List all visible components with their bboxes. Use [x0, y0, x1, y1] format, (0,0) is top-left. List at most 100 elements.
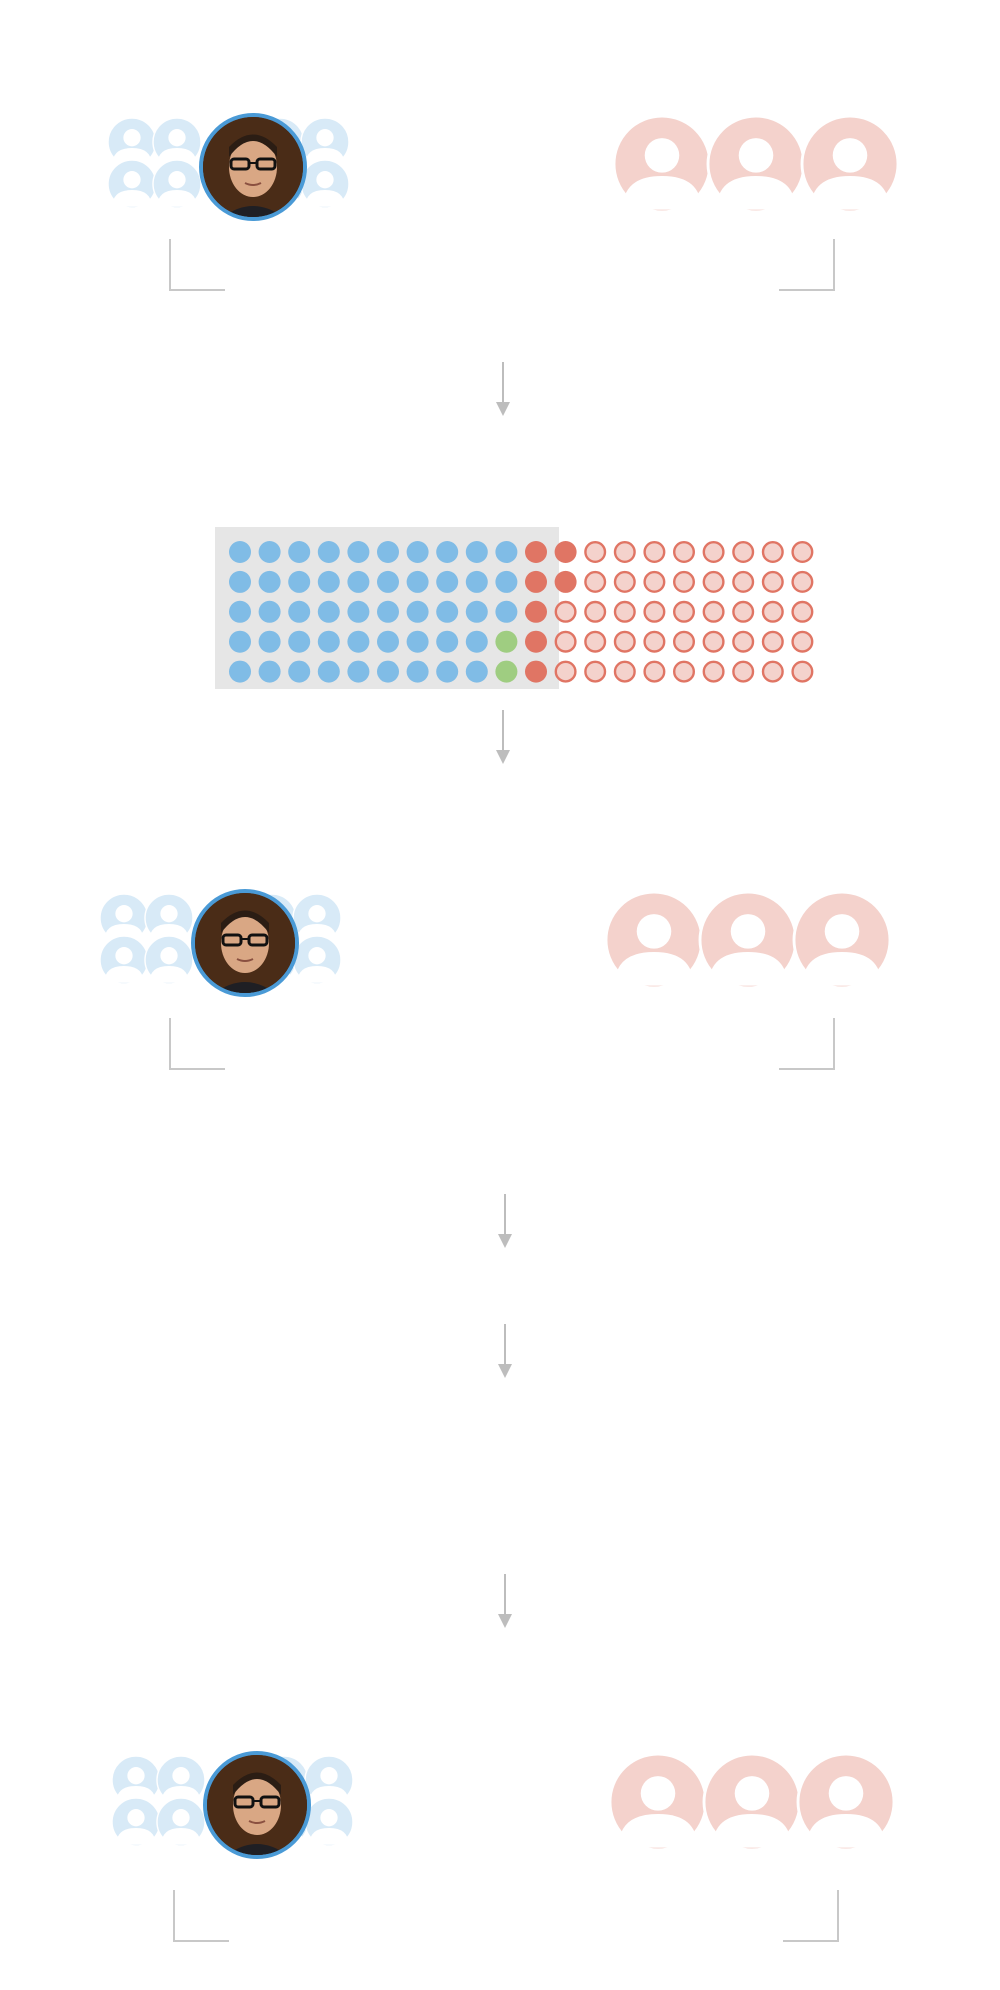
seat-dot-republican-outline — [584, 600, 607, 623]
portrait-photo — [203, 1751, 311, 1859]
seat-dot-democrat — [317, 660, 340, 683]
seat-dot-independent — [495, 660, 518, 683]
seat-dot-republican-outline — [643, 660, 666, 683]
seat-dot-democrat — [258, 541, 281, 563]
bracket-connector — [169, 1018, 225, 1070]
seat-dot-republican — [525, 600, 547, 623]
seat-dot-democrat — [288, 570, 311, 593]
seat-dot-republican-outline — [702, 630, 725, 653]
seat-dot-republican-outline — [584, 541, 607, 564]
seat-dot-democrat — [258, 630, 281, 653]
seat-dot-republican-outline — [554, 630, 577, 653]
seat-dot-republican-outline — [673, 660, 696, 683]
seat-dot-democrat — [347, 570, 370, 593]
seat-dot-republican-outline — [732, 660, 755, 683]
seat-dot-democrat — [406, 630, 429, 653]
seat-dot-democrat — [288, 630, 311, 653]
seat-dot-republican-outline — [613, 630, 636, 653]
person-icon — [99, 935, 149, 985]
seat-dot-republican-outline — [554, 660, 577, 683]
seat-dot-republican-outline — [702, 541, 725, 564]
seat-dot-democrat — [288, 600, 311, 623]
seat-dot-democrat — [436, 600, 459, 623]
seat-dot-republican-outline — [702, 660, 725, 683]
seat-dot-republican-outline — [791, 630, 814, 653]
seat-dot-democrat — [258, 570, 281, 593]
seat-dot-democrat — [288, 541, 311, 563]
seat-dot-democrat — [436, 570, 459, 593]
person-icon — [796, 1752, 896, 1852]
portrait-face-icon — [195, 893, 295, 993]
seat-dot-republican — [554, 541, 577, 563]
person-icon — [156, 1755, 206, 1805]
seat-dot-republican-outline — [673, 630, 696, 653]
seat-waffle-chart — [229, 541, 814, 683]
seat-dot-republican-outline — [761, 570, 784, 593]
seat-dot-democrat — [288, 660, 311, 683]
arrow-down-icon — [498, 1194, 512, 1248]
seat-dot-republican-outline — [761, 630, 784, 653]
seat-dot-democrat — [377, 600, 399, 623]
seat-dot-republican-outline — [732, 570, 755, 593]
republican-group-icons — [608, 1752, 896, 1852]
seat-dot-republican-outline — [584, 660, 607, 683]
seat-dot-democrat — [495, 541, 518, 563]
seat-dot-republican-outline — [613, 600, 636, 623]
seat-dot-independent — [495, 630, 518, 653]
seat-dot-democrat — [377, 541, 399, 563]
seat-dot-republican-outline — [791, 660, 814, 683]
seat-dot-democrat — [317, 630, 340, 653]
seat-dot-republican-outline — [643, 570, 666, 593]
seat-dot-democrat — [436, 660, 459, 683]
arrow-down-icon — [498, 1574, 512, 1628]
seat-dot-democrat — [229, 600, 251, 623]
person-icon — [304, 1797, 354, 1847]
seat-dot-republican — [525, 570, 547, 593]
seat-dot-democrat — [495, 600, 518, 623]
seat-dot-republican-outline — [761, 600, 784, 623]
person-icon — [792, 890, 892, 990]
seat-dot-republican-outline — [643, 630, 666, 653]
seat-dot-democrat — [347, 541, 370, 563]
seat-dot-republican-outline — [673, 570, 696, 593]
seat-dot-republican-outline — [584, 630, 607, 653]
person-icon — [99, 893, 149, 943]
seat-dot-democrat — [317, 570, 340, 593]
bracket-connector — [783, 1890, 839, 1942]
seat-dot-democrat — [229, 660, 251, 683]
seat-dot-republican-outline — [761, 541, 784, 564]
seat-dot-republican-outline — [673, 600, 696, 623]
person-icon — [698, 890, 798, 990]
person-icon — [604, 890, 704, 990]
seat-dot-republican-outline — [673, 541, 696, 564]
person-icon — [111, 1797, 161, 1847]
bracket-connector — [173, 1890, 229, 1942]
seat-dot-republican-outline — [791, 600, 814, 623]
seat-dot-democrat — [258, 600, 281, 623]
seat-dot-republican-outline — [613, 660, 636, 683]
seat-dot-democrat — [406, 541, 429, 563]
seat-dot-republican-outline — [732, 630, 755, 653]
seat-dot-republican-outline — [732, 600, 755, 623]
seat-dot-democrat — [406, 660, 429, 683]
seat-dot-democrat — [317, 600, 340, 623]
seat-dot-democrat — [406, 600, 429, 623]
seat-dot-democrat — [229, 570, 251, 593]
person-icon — [111, 1755, 161, 1805]
seat-dot-republican-outline — [613, 570, 636, 593]
seat-dot-democrat — [465, 541, 488, 563]
seat-dot-republican-outline — [613, 541, 636, 564]
seat-dot-democrat — [229, 541, 251, 563]
seat-dot-republican — [554, 570, 577, 593]
seat-dot-democrat — [436, 630, 459, 653]
seat-dot-democrat — [495, 570, 518, 593]
person-icon — [292, 893, 342, 943]
arrow-down-icon — [498, 1324, 512, 1378]
seat-dot-republican-outline — [643, 541, 666, 564]
seat-dot-democrat — [465, 630, 488, 653]
seat-dot-democrat — [465, 570, 488, 593]
seat-dot-republican-outline — [732, 541, 755, 564]
seat-dot-republican-outline — [761, 660, 784, 683]
person-icon — [702, 1752, 802, 1852]
seat-dot-republican-outline — [643, 600, 666, 623]
